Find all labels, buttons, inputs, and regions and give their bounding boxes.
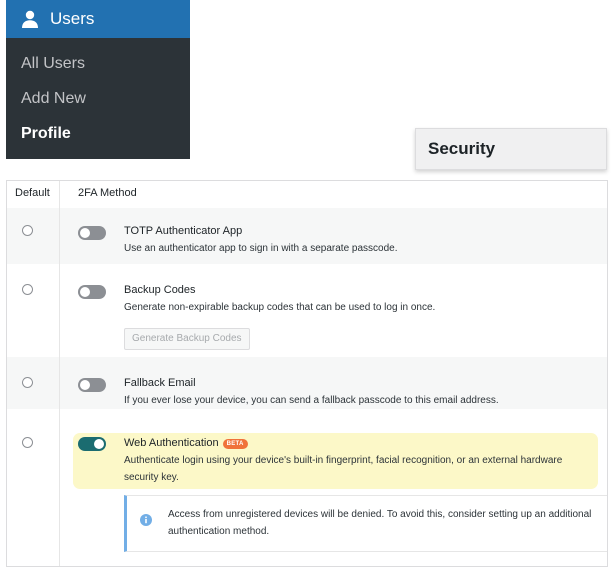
default-radio-backup-codes[interactable] [22, 284, 33, 295]
toggle-knob [80, 228, 90, 238]
submenu-all-users[interactable]: All Users [6, 54, 190, 89]
toggle-backup-codes[interactable] [78, 285, 106, 299]
column-header-default: Default [15, 187, 50, 199]
method-title-web-authentication: Web Authentication BETA [124, 437, 248, 449]
method-desc-fallback-email: If you ever lose your device, you can se… [124, 395, 499, 406]
method-desc-totp: Use an authenticator app to sign in with… [124, 243, 398, 254]
unregistered-devices-notice: Access from unregistered devices will be… [124, 495, 607, 552]
default-radio-totp[interactable] [22, 225, 33, 236]
users-menu-title: Users [50, 9, 95, 28]
method-desc-backup-codes: Generate non-expirable backup codes that… [124, 302, 436, 313]
security-tab[interactable]: Security [415, 128, 607, 170]
user-icon [22, 10, 38, 28]
info-icon [140, 514, 152, 526]
toggle-knob [94, 439, 104, 449]
beta-badge: BETA [222, 439, 248, 449]
method-title-fallback-email: Fallback Email [124, 377, 196, 389]
method-title-backup-codes: Backup Codes [124, 284, 196, 296]
method-title-text: Web Authentication [124, 437, 219, 449]
method-desc-web-authentication: Authenticate login using your device's b… [124, 455, 563, 483]
users-menu-header[interactable]: Users [6, 0, 190, 38]
users-admin-menu: Users All Users Add New Profile [6, 0, 190, 159]
users-submenu: All Users Add New Profile [6, 38, 190, 159]
two-factor-methods-table: Default 2FA Method TOTP Authenticator Ap… [6, 180, 608, 567]
toggle-web-authentication[interactable] [78, 437, 106, 451]
toggle-totp[interactable] [78, 226, 106, 240]
default-radio-fallback-email[interactable] [22, 377, 33, 388]
method-title-totp: TOTP Authenticator App [124, 225, 243, 237]
default-radio-web-authentication[interactable] [22, 437, 33, 448]
submenu-add-new[interactable]: Add New [6, 89, 190, 124]
toggle-knob [80, 287, 90, 297]
toggle-fallback-email[interactable] [78, 378, 106, 392]
column-header-2fa-method: 2FA Method [78, 187, 137, 199]
toggle-knob [80, 380, 90, 390]
column-divider [59, 181, 60, 566]
generate-backup-codes-button[interactable]: Generate Backup Codes [124, 328, 250, 350]
submenu-profile[interactable]: Profile [6, 124, 190, 159]
notice-text: Access from unregistered devices will be… [168, 509, 592, 537]
